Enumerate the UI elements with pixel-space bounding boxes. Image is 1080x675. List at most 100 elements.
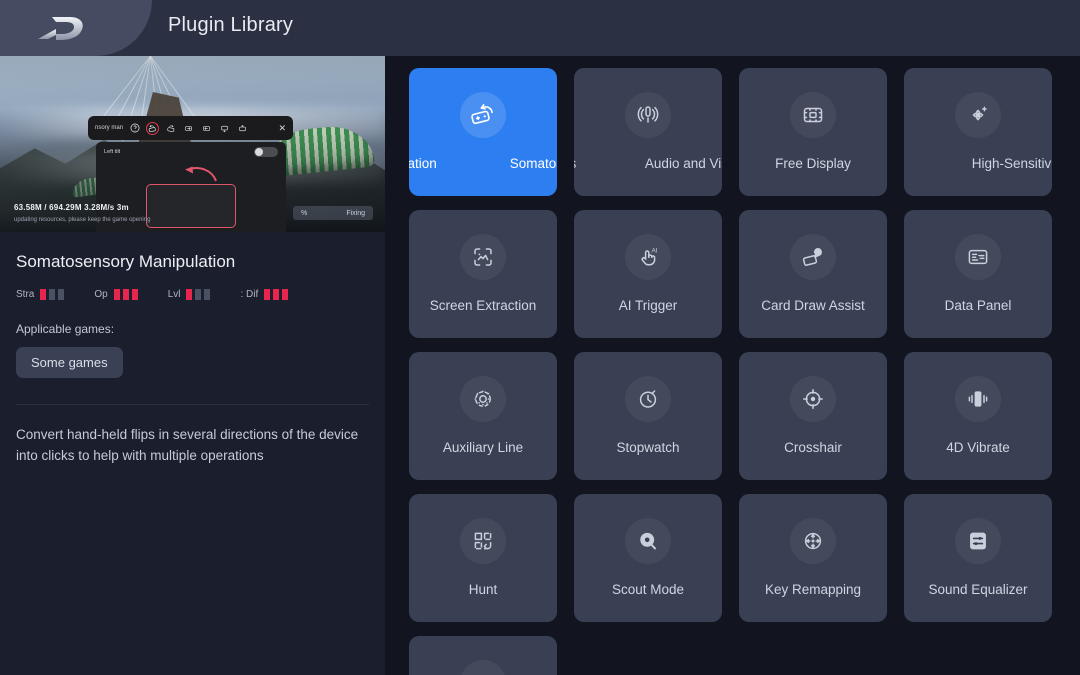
stat-label: Op — [94, 289, 107, 300]
overlay-toolbar-title: nsory man — [95, 125, 123, 131]
audio-visual-icon — [625, 92, 671, 138]
plugin-tile-label: Scout Mode — [612, 582, 684, 597]
applicable-games-label: Applicable games: — [16, 322, 369, 336]
stat-pips — [264, 289, 288, 300]
plugin-tile-label: Crosshair — [784, 440, 842, 455]
plugin-tile-high-sensitivity-aim[interactable]: sHigh-Sensitivit — [904, 68, 1052, 196]
flip-out-icon[interactable] — [200, 122, 213, 135]
plugin-grid: ulation Somatos esAudio and Vis Free Displa… — [385, 62, 1080, 675]
plugin-tile-label-head: es — [574, 156, 576, 171]
plugin-tile-auxiliary-line[interactable]: Auxiliary Line — [409, 352, 557, 480]
plugin-tile-label: Auxiliary Line — [443, 440, 523, 455]
plugin-tile-free-display[interactable]: Free Display — [739, 68, 887, 196]
plugin-tile-data-panel[interactable]: Data Panel — [904, 210, 1052, 338]
plugin-tile-crosshair[interactable]: Crosshair — [739, 352, 887, 480]
scout-mode-icon — [625, 518, 671, 564]
plugin-tile-diablo-mode[interactable]: SDiablo Mode — [409, 636, 557, 675]
plugin-grid-area[interactable]: ulation Somatos esAudio and Vis Free Displa… — [385, 56, 1080, 675]
plugin-tile-label: Card Draw Assist — [761, 298, 865, 313]
svg-text:AI: AI — [652, 247, 658, 254]
plugin-tile-scout-mode[interactable]: Scout Mode — [574, 494, 722, 622]
plugin-tile-audio-and-visual-cues[interactable]: esAudio and Vis — [574, 68, 722, 196]
auxiliary-line-icon — [460, 376, 506, 422]
stat-pip — [195, 289, 201, 300]
plugin-library-app: Plugin Library nsory man — [0, 0, 1080, 675]
overlay-card-label: Left tilt — [104, 149, 120, 155]
fixing-button[interactable]: % Fixing — [293, 206, 373, 220]
applicable-games-chip[interactable]: Some games — [16, 347, 123, 378]
overlay-card-toggle[interactable] — [254, 147, 278, 157]
plugin-tile-ai-trigger[interactable]: AI AI Trigger — [574, 210, 722, 338]
overlay-toolbar[interactable]: nsory man — [88, 116, 293, 140]
help-circle-icon[interactable] — [128, 122, 141, 135]
plugin-tile-key-remapping[interactable]: Key Remapping — [739, 494, 887, 622]
tilt-down-icon[interactable] — [218, 122, 231, 135]
curved-arrow-icon — [182, 164, 218, 184]
page-title: Plugin Library — [168, 14, 293, 37]
stat-op: Op — [94, 289, 137, 300]
high-sensitivity-icon — [955, 92, 1001, 138]
stat-pip — [49, 289, 55, 300]
tilt-up-icon[interactable] — [236, 122, 249, 135]
close-icon[interactable]: ✕ — [278, 124, 286, 133]
screen-extraction-icon — [460, 234, 506, 280]
key-remapping-icon — [790, 518, 836, 564]
stat-pips — [114, 289, 138, 300]
free-display-icon — [790, 92, 836, 138]
stat-stra: Stra — [16, 289, 64, 300]
stat-pip — [264, 289, 270, 300]
card-draw-icon — [790, 234, 836, 280]
plugin-tile-label-head: ulation — [409, 156, 437, 171]
stopwatch-icon — [625, 376, 671, 422]
plugin-tile-card-draw-assist[interactable]: Card Draw Assist — [739, 210, 887, 338]
crosshair-icon — [790, 376, 836, 422]
stat-pip — [282, 289, 288, 300]
detail-divider — [16, 404, 369, 405]
app-logo-icon — [30, 11, 92, 45]
plugin-tile-label: Data Panel — [945, 298, 1012, 313]
plugin-detail-body: Somatosensory Manipulation StraOpLvl: Di… — [0, 232, 385, 467]
sound-equalizer-icon — [955, 518, 1001, 564]
overlay-card-header: Left tilt — [96, 142, 286, 157]
plugin-tile-label: High-Sensitivit — [972, 156, 1052, 171]
data-panel-icon — [955, 234, 1001, 280]
stat-pip — [204, 289, 210, 300]
tilt-right-icon[interactable] — [164, 122, 177, 135]
app-header: Plugin Library — [0, 0, 1080, 56]
app-logo[interactable] — [0, 0, 152, 56]
plugin-stats: Stra Op Lvl : Dif — [16, 289, 369, 300]
gamepad-tilt-icon — [460, 92, 506, 138]
plugin-tile-sound-equalizer[interactable]: Sound Equalizer — [904, 494, 1052, 622]
plugin-tile-label: Hunt — [469, 582, 498, 597]
stat-pip — [123, 289, 129, 300]
stat-pip — [186, 289, 192, 300]
download-note-text: updating resources, please keep the game… — [14, 217, 150, 223]
plugin-preview-image: nsory man — [0, 56, 385, 232]
overlay-mapping-area[interactable] — [146, 184, 236, 228]
plugin-tile-somatosensory-manipulation[interactable]: ulation Somatos — [409, 68, 557, 196]
stat-pip — [132, 289, 138, 300]
plugin-tile-stopwatch[interactable]: Stopwatch — [574, 352, 722, 480]
plugin-tile-label: Somatos — [510, 156, 557, 171]
stat-pip — [273, 289, 279, 300]
tilt-left-icon[interactable] — [146, 122, 159, 135]
diablo-mode-icon: S — [460, 660, 506, 675]
fix-percent: % — [301, 210, 307, 217]
plugin-tile-label-marquee: sHigh-Sensitivit — [904, 156, 1052, 174]
stat-dif: : Dif — [240, 289, 288, 300]
plugin-tile-hunt[interactable]: Hunt — [409, 494, 557, 622]
plugin-tile-screen-extraction[interactable]: Screen Extraction — [409, 210, 557, 338]
plugin-tile-label: Free Display — [775, 156, 851, 171]
hunt-icon — [460, 518, 506, 564]
plugin-tile-4d-vibrate[interactable]: 4D Vibrate — [904, 352, 1052, 480]
plugin-tile-label: Screen Extraction — [430, 298, 537, 313]
flip-in-icon[interactable] — [182, 122, 195, 135]
stat-pips — [186, 289, 210, 300]
fix-label: Fixing — [346, 210, 365, 217]
stat-label: Stra — [16, 289, 34, 300]
stat-lvl: Lvl — [168, 289, 211, 300]
plugin-tile-label: AI Trigger — [619, 298, 678, 313]
plugin-tile-label: Key Remapping — [765, 582, 861, 597]
plugin-tile-label-marquee: esAudio and Vis — [574, 156, 722, 174]
stat-label: : Dif — [240, 289, 258, 300]
